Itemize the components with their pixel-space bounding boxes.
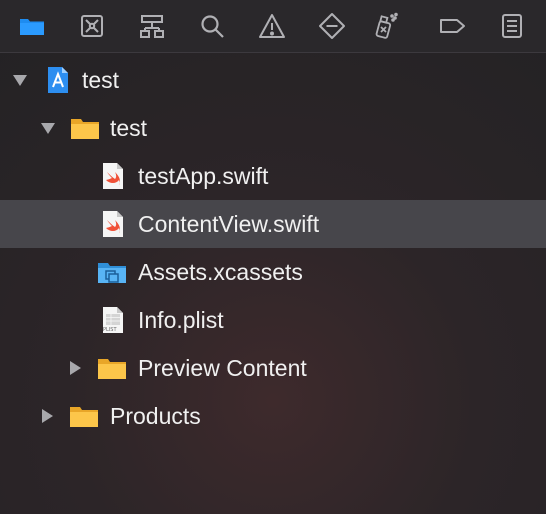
tree-item-label: test [110, 115, 148, 141]
tree-row-project[interactable]: test [0, 56, 546, 104]
debug-spray-icon[interactable] [369, 9, 403, 43]
tree-item-label: Products [110, 403, 201, 429]
tree-row-contentview-swift[interactable]: ContentView.swift [0, 200, 546, 248]
tree-item-label: ContentView.swift [138, 211, 320, 237]
search-icon[interactable] [195, 9, 229, 43]
tree-item-label: Info.plist [138, 307, 224, 333]
disclosure-expanded-icon[interactable] [12, 72, 28, 88]
folder-icon [69, 401, 99, 431]
tree-row-assets[interactable]: Assets.xcassets [0, 248, 546, 296]
xcode-project-icon [43, 65, 73, 95]
navigator-toolbar [0, 0, 546, 53]
plist-badge: PLIST [103, 327, 117, 333]
tree-row-info-plist[interactable]: PLIST Info.plist [0, 296, 546, 344]
tree-row-test-folder[interactable]: test [0, 104, 546, 152]
test-diamond-icon[interactable] [315, 9, 349, 43]
hierarchy-icon[interactable] [135, 9, 169, 43]
warning-icon[interactable] [255, 9, 289, 43]
source-control-icon[interactable] [75, 9, 109, 43]
folder-icon [97, 353, 127, 383]
tree-item-label: Assets.xcassets [138, 259, 303, 285]
report-list-icon[interactable] [495, 9, 529, 43]
tree-row-preview-content[interactable]: Preview Content [0, 344, 546, 392]
tree-row-testapp-swift[interactable]: testApp.swift [0, 152, 546, 200]
folder-icon [70, 113, 100, 143]
disclosure-expanded-icon[interactable] [40, 120, 56, 136]
disclosure-collapsed-icon[interactable] [67, 360, 83, 376]
disclosure-collapsed-icon[interactable] [39, 408, 55, 424]
tree-row-products[interactable]: Products [0, 392, 546, 440]
tree-item-label: Preview Content [138, 355, 307, 381]
tree-item-label: test [82, 67, 120, 93]
breakpoint-tag-icon[interactable] [435, 9, 469, 43]
swift-file-icon [98, 161, 128, 191]
asset-catalog-icon [97, 257, 127, 287]
folder-icon[interactable] [15, 9, 49, 43]
tree-item-label: testApp.swift [138, 163, 269, 189]
swift-file-icon [98, 209, 128, 239]
